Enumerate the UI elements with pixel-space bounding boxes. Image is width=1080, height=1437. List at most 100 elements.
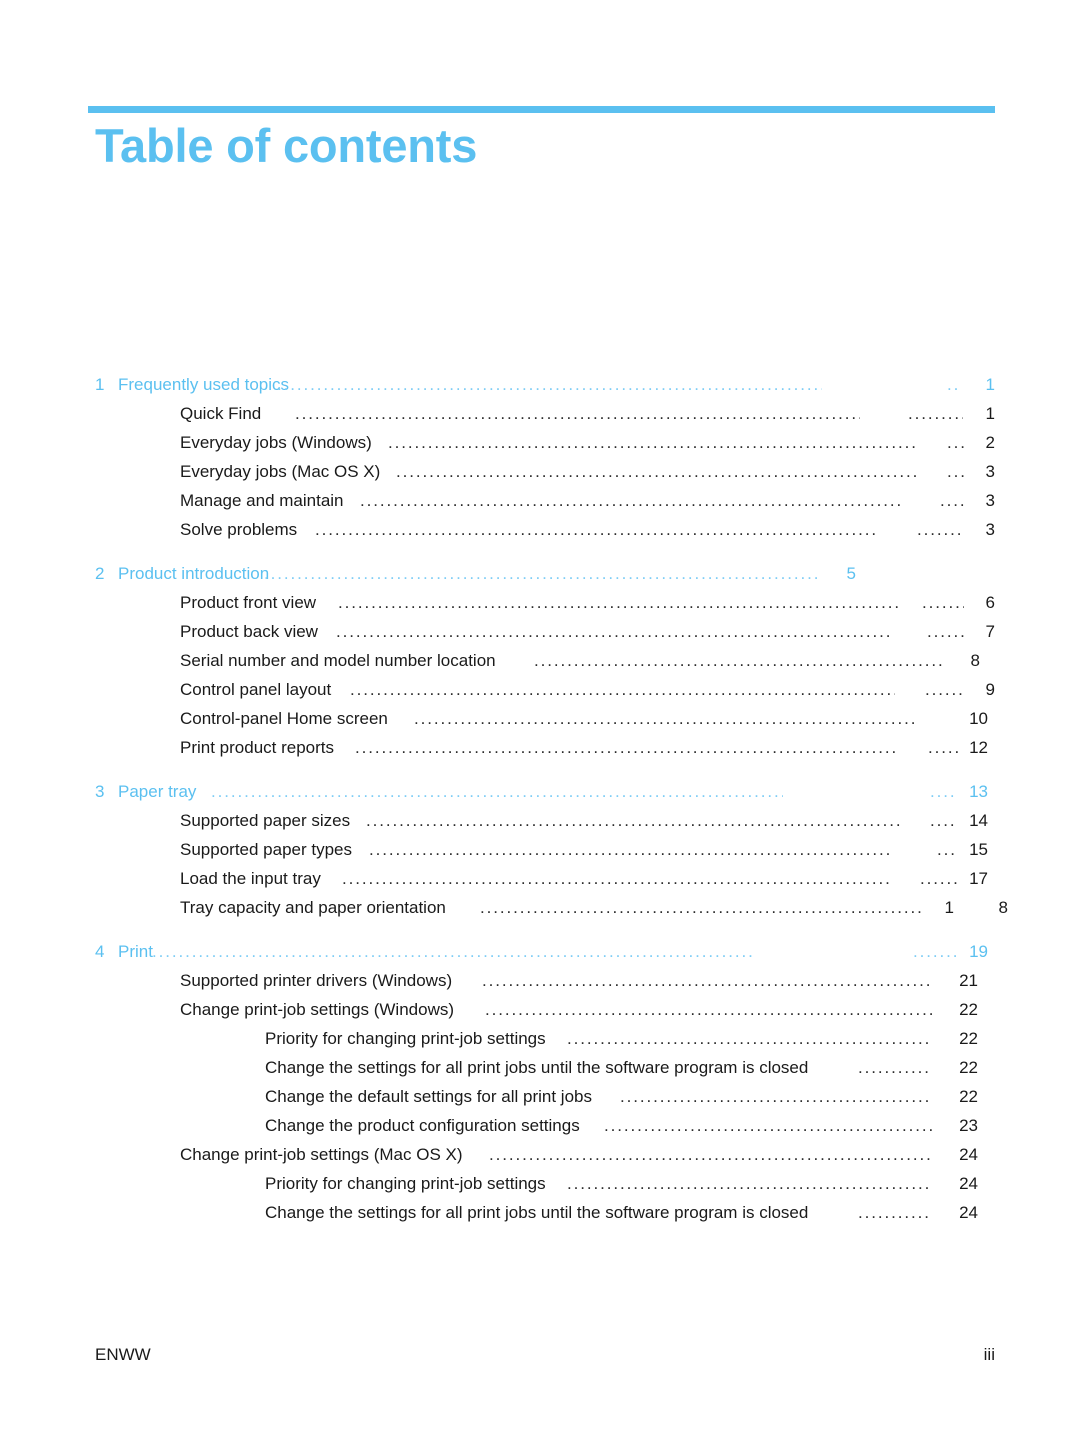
leader-dots [336,617,892,646]
toc-entry-page-number: 6 [985,593,995,612]
toc-entry-label: Change print-job settings (Mac OS X) [180,1145,463,1164]
toc-entry-page-number-part2: 8 [998,898,1008,917]
toc-entry-page-number: 15 [969,840,988,859]
leader-dots-tail [928,733,958,762]
toc-entry-row[interactable]: Quick Find 1 [0,399,1080,428]
toc-entry-label: Print product reports [180,738,335,757]
toc-entry-row[interactable]: Load the input tray 17 [0,864,1080,893]
toc-entry-label: Solve problems [180,520,298,539]
chapter-block: 1 Frequently used topics 1 Quick Find 1 Every… [0,370,1080,544]
toc-entry-row[interactable]: Serial number and model number location 8 [0,646,1080,675]
leader-dots-tail [947,428,965,457]
toc-entry-row[interactable]: Product back view 7 [0,617,1080,646]
toc-entry-label: Everyday jobs (Mac OS X) [180,462,381,481]
leader-dots-tail [930,777,958,806]
toc-entry-row[interactable]: Print product reports 12 [0,733,1080,762]
chapter-block: 2 Product introduction 5 Product front view… [0,559,1080,762]
toc-entry-row[interactable]: Change print-job settings (Windows) 22 [0,995,1080,1024]
toc-entry-label: Control-panel Home screen [180,709,388,728]
chapter-number: 4 [95,942,105,961]
toc-entry-label: Load the input tray [180,869,321,888]
toc-entry-row[interactable]: Product front view 6 [0,588,1080,617]
toc-entry-label: Everyday jobs (Windows) [180,433,372,452]
toc-entry-page-number: 24 [959,1174,978,1193]
toc-entry-page-number: 17 [969,869,988,888]
leader-dots [277,370,822,399]
toc-entry-page-number: 3 [985,520,995,539]
leader-dots-tail [940,486,965,515]
leader-dots [360,486,900,515]
toc-entry-label: Tray capacity and paper orientation [180,898,446,917]
toc-entry-label: Supported paper types [180,840,353,859]
toc-entry-row[interactable]: Everyday jobs (Windows) 2 [0,428,1080,457]
chapter-page-number: 1 [985,375,995,394]
toc-entry-page-number: 22 [959,1087,978,1106]
leader-dots [211,777,783,806]
toc-entry-row[interactable]: Everyday jobs (Mac OS X) 3 [0,457,1080,486]
leader-dots [315,515,877,544]
toc-entry-row[interactable]: Change print-job settings (Mac OS X) 24 [0,1140,1080,1169]
toc-entry-label: Control panel layout [180,680,332,699]
leader-dots [264,559,820,588]
toc-entry-row[interactable]: Control-panel Home screen 10 [0,704,1080,733]
leader-dots-tail [925,675,965,704]
leader-dots [295,399,860,428]
table-of-contents: 1 Frequently used topics 1 Quick Find 1 Every… [0,370,1080,1242]
leader-dots [369,835,893,864]
page-footer: ENWW iii [95,1345,995,1365]
toc-entry-row[interactable]: Supported paper sizes 14 [0,806,1080,835]
leader-dots-tail [947,370,961,399]
toc-entry-row[interactable]: Change the default settings for all prin… [0,1082,1080,1111]
chapter-label: Paper tray [118,782,197,801]
toc-entry-row[interactable]: Supported printer drivers (Windows) 21 [0,966,1080,995]
toc-chapter-row[interactable]: 2 Product introduction 5 [0,559,1080,588]
toc-entry-label: Change the default settings for all prin… [265,1087,592,1106]
leader-dots-tail [947,457,965,486]
toc-entry-page-number: 10 [969,709,988,728]
toc-entry-label: Supported paper sizes [180,811,351,830]
leader-dots [482,966,932,995]
toc-entry-page-number: 9 [985,680,995,699]
toc-chapter-row[interactable]: 4 Print 19 [0,937,1080,966]
leader-dots [152,937,755,966]
toc-entry-row[interactable]: Priority for changing print-job settings… [0,1024,1080,1053]
toc-entry-label: Change the settings for all print jobs u… [265,1058,809,1077]
leader-dots [355,733,895,762]
toc-entry-page-number: 24 [959,1145,978,1164]
toc-entry-label: Product back view [180,622,318,641]
toc-entry-page-number: 3 [985,462,995,481]
toc-entry-row[interactable]: Tray capacity and paper orientation 1 8 [0,893,1080,922]
page-title: Table of contents [95,119,478,172]
toc-entry-row[interactable]: Change the settings for all print jobs u… [0,1198,1080,1227]
leader-dots [366,806,900,835]
toc-entry-label: Product front view [180,593,317,612]
leader-dots [388,428,918,457]
chapter-label: Frequently used topics [118,375,290,394]
toc-entry-page-number: 8 [970,651,980,670]
title-rule [88,106,995,113]
leader-dots [534,646,942,675]
toc-entry-page-number: 14 [969,811,988,830]
leader-dots [620,1082,932,1111]
toc-entry-label: Priority for changing print-job settings [265,1029,546,1048]
toc-entry-page-number: 1 [985,404,995,423]
toc-entry-row[interactable]: Control panel layout 9 [0,675,1080,704]
chapter-page-number: 19 [969,942,988,961]
toc-entry-row[interactable]: Priority for changing print-job settings… [0,1169,1080,1198]
leader-dots [489,1140,932,1169]
leader-dots [567,1024,932,1053]
toc-entry-page-number: 23 [959,1116,978,1135]
toc-entry-row[interactable]: Solve problems 3 [0,515,1080,544]
toc-chapter-row[interactable]: 1 Frequently used topics 1 [0,370,1080,399]
chapter-page-number: 13 [969,782,988,801]
chapter-label: Product introduction [118,564,270,583]
toc-entry-row[interactable]: Change the product configuration setting… [0,1111,1080,1140]
toc-entry-label: Quick Find [180,404,262,423]
leader-dots-tail [930,806,958,835]
toc-entry-row[interactable]: Supported paper types 15 [0,835,1080,864]
toc-entry-page-number: 7 [985,622,995,641]
toc-chapter-row[interactable]: 3 Paper tray 13 [0,777,1080,806]
toc-entry-row[interactable]: Manage and maintain 3 [0,486,1080,515]
chapter-page-number: 5 [846,564,856,583]
toc-entry-row[interactable]: Change the settings for all print jobs u… [0,1053,1080,1082]
